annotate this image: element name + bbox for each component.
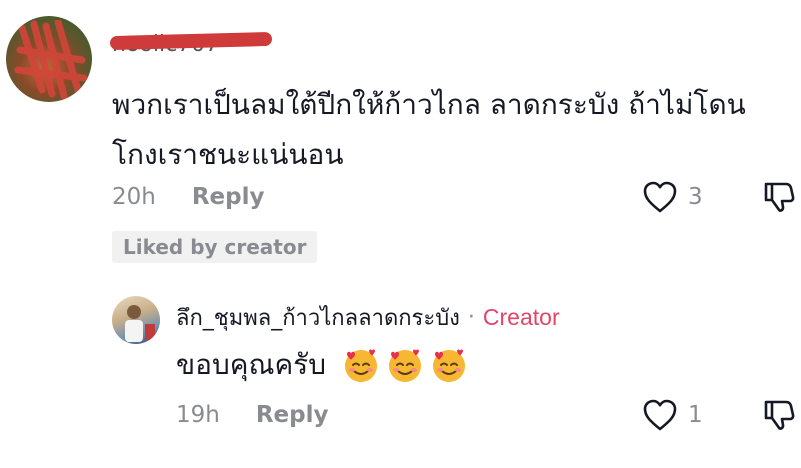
comment-reply-button[interactable]: Reply	[192, 184, 265, 210]
thumbs-down-outline-icon	[764, 400, 795, 430]
reply-like-button[interactable]: 1	[642, 398, 703, 432]
liked-by-creator-badge: Liked by creator	[112, 231, 318, 263]
username-redaction-bar	[109, 31, 273, 51]
smiling-face-with-hearts-icon	[344, 349, 377, 382]
reply-dislike-button[interactable]	[762, 398, 796, 436]
creator-username[interactable]: ลึก_ชุมพล_ก้าวไกลลาดกระบัง	[176, 300, 460, 335]
thumbs-down-outline-icon	[764, 182, 795, 212]
comment-text: พวกเราเป็นลมใต้ปีกให้ก้าวไกล ลาดกระบัง ถ…	[112, 88, 746, 171]
smiling-face-with-hearts-icon	[432, 349, 465, 382]
reply-header: ลึก_ชุมพล_ก้าวไกลลาดกระบัง · Creator	[176, 300, 560, 335]
reply-reply-button[interactable]: Reply	[256, 402, 329, 428]
heart-outline-icon	[643, 399, 677, 431]
smiling-face-with-hearts-icon	[388, 349, 421, 382]
reply-text: ขอบคุณครับ	[176, 348, 326, 381]
creator-label: Creator	[482, 304, 560, 330]
reply-like-count: 1	[688, 402, 703, 428]
reply-meta-row: 19h Reply	[176, 402, 329, 428]
commenter-avatar[interactable]	[6, 16, 92, 102]
comment-like-button[interactable]: 3	[642, 180, 703, 214]
header-separator: ·	[467, 305, 475, 330]
reply-timestamp: 19h	[176, 402, 220, 428]
heart-outline-icon	[643, 181, 677, 213]
comment-meta-row: 20h Reply	[112, 184, 265, 210]
comment-like-count: 3	[688, 184, 703, 210]
comment-dislike-button[interactable]	[762, 180, 796, 218]
reply-text-row: ขอบคุณครับ	[176, 345, 468, 385]
comment-timestamp: 20h	[112, 184, 156, 210]
creator-avatar[interactable]	[112, 296, 160, 344]
creator-avatar-figure	[125, 305, 155, 342]
avatar-redaction-scribble	[14, 20, 88, 100]
commenter-username[interactable]: noolic707	[109, 28, 273, 60]
